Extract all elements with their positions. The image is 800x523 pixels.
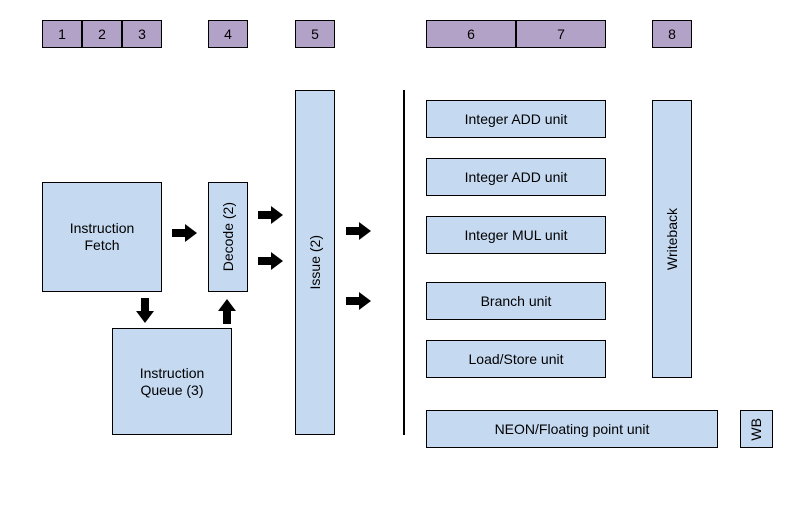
stage-8: 8: [652, 20, 692, 48]
arrow-icon: [346, 292, 372, 310]
stage-7: 7: [516, 20, 606, 48]
stage-label: 8: [668, 26, 676, 42]
stage-label: 4: [224, 26, 232, 42]
branch-unit-block: Branch unit: [426, 282, 606, 320]
writeback-block: Writeback: [652, 100, 692, 378]
arrow-icon: [172, 224, 198, 242]
stage-2: 2: [82, 20, 122, 48]
stage-label: 1: [58, 26, 66, 42]
arrow-icon: [258, 252, 284, 270]
integer-mul-unit-block: Integer MUL unit: [426, 216, 606, 254]
block-label: Integer ADD unit: [465, 111, 568, 128]
stage-label: 7: [557, 26, 565, 42]
block-label: Load/Store unit: [469, 351, 564, 368]
stage-5: 5: [295, 20, 335, 48]
issue-block: Issue (2): [295, 90, 335, 435]
stage-3: 3: [122, 20, 162, 48]
stage-label: 2: [98, 26, 106, 42]
block-label: Writeback: [664, 208, 681, 270]
block-label: Branch unit: [481, 293, 552, 310]
block-label: Instruction Queue (3): [140, 365, 205, 399]
block-label: Integer ADD unit: [465, 169, 568, 186]
arrow-icon: [218, 298, 236, 324]
integer-add-unit-2-block: Integer ADD unit: [426, 158, 606, 196]
stage-4: 4: [208, 20, 248, 48]
block-label: NEON/Floating point unit: [495, 421, 650, 438]
stage-label: 3: [138, 26, 146, 42]
decode-block: Decode (2): [208, 182, 248, 292]
block-label: WB: [748, 418, 765, 441]
neon-fp-unit-block: NEON/Floating point unit: [426, 410, 718, 448]
block-label: Decode (2): [220, 202, 237, 271]
divider-line: [403, 90, 405, 435]
block-label: Integer MUL unit: [465, 227, 568, 244]
instruction-queue-block: Instruction Queue (3): [112, 328, 232, 435]
arrow-icon: [136, 298, 154, 324]
arrow-icon: [258, 206, 284, 224]
wb-block: WB: [740, 410, 773, 448]
block-label: Instruction Fetch: [70, 220, 135, 254]
load-store-unit-block: Load/Store unit: [426, 340, 606, 378]
instruction-fetch-block: Instruction Fetch: [42, 182, 162, 292]
block-label: Issue (2): [307, 235, 324, 289]
integer-add-unit-1-block: Integer ADD unit: [426, 100, 606, 138]
stage-6: 6: [426, 20, 516, 48]
stage-label: 6: [467, 26, 475, 42]
arrow-icon: [346, 222, 372, 240]
stage-1: 1: [42, 20, 82, 48]
stage-label: 5: [311, 26, 319, 42]
